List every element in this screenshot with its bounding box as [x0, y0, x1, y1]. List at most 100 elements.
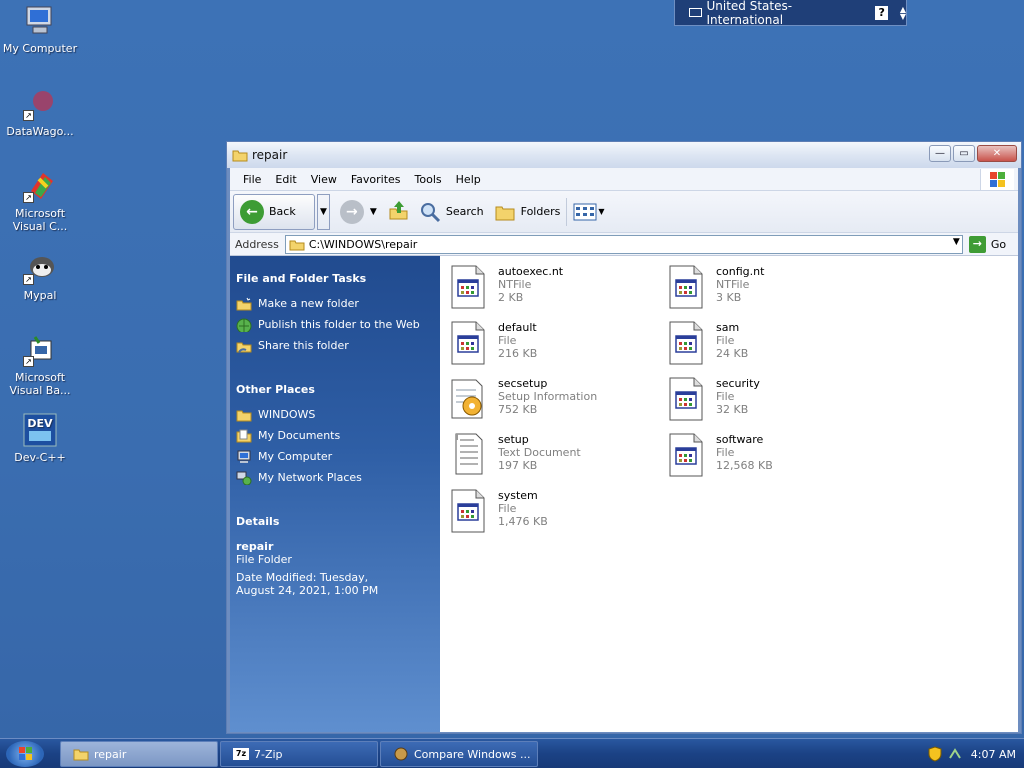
search-button[interactable]: Search	[419, 201, 484, 223]
file-size: 32 KB	[716, 403, 749, 416]
file-name: system	[498, 489, 538, 502]
close-button[interactable]: ✕	[977, 145, 1017, 162]
desktop-icon-dev-cpp[interactable]: DEV Dev-C++	[0, 413, 80, 464]
toolbar-separator	[566, 197, 568, 226]
menu-file[interactable]: File	[236, 173, 268, 186]
file-info: system File 1,476 KB	[498, 486, 548, 528]
desktop-icon-label: Dev-C++	[14, 451, 66, 464]
desktop-icon-mypal[interactable]: ↗ Mypal	[0, 251, 80, 302]
back-history-dropdown[interactable]: ▼	[317, 193, 330, 230]
forward-history-dropdown[interactable]: ▼	[370, 207, 377, 217]
file-size: 2 KB	[498, 291, 524, 304]
menu-view[interactable]: View	[304, 173, 344, 186]
taskbar-item-label: Compare Windows ...	[414, 747, 531, 761]
place-my-computer[interactable]: My Computer	[236, 450, 434, 464]
file-size: 752 KB	[498, 403, 538, 416]
security-shield-icon[interactable]	[927, 746, 943, 762]
taskbar-item-compare-windows[interactable]: Compare Windows ...	[380, 741, 538, 767]
file-item-security[interactable]: security File 32 KB	[666, 374, 876, 426]
file-type: Text Document	[498, 446, 581, 459]
file-item-setup[interactable]: setup Text Document 197 KB	[448, 430, 658, 482]
file-item-config-nt[interactable]: config.nt NTFile 3 KB	[666, 262, 876, 314]
go-arrow-icon: →	[968, 235, 986, 253]
file-item-sam[interactable]: sam File 24 KB	[666, 318, 876, 370]
details-heading[interactable]: Details	[236, 515, 434, 528]
desktop-icon-visual-c[interactable]: ↗ Microsoft Visual C...	[0, 169, 80, 233]
task-label: Share this folder	[258, 339, 349, 352]
file-list: autoexec.nt NTFile 2 KB config.nt NTFile 3 KB…	[440, 256, 1020, 732]
file-size: 197 KB	[498, 459, 538, 472]
langbar-options-icon[interactable]: ▲ ▼	[900, 5, 906, 20]
file-item-autoexec-nt[interactable]: autoexec.nt NTFile 2 KB	[448, 262, 658, 314]
file-name: secsetup	[498, 377, 548, 390]
folder-icon	[289, 240, 305, 250]
system-tray: 4:07 AM	[927, 739, 1016, 768]
task-publish-web[interactable]: Publish this folder to the Web	[236, 318, 434, 332]
language-label[interactable]: United States-International	[706, 0, 861, 27]
desktop-icon-visual-basic[interactable]: ↗ Microsoft Visual Ba...	[0, 333, 80, 397]
compare-windows-icon	[394, 747, 408, 761]
go-button[interactable]: → Go	[968, 235, 1007, 253]
menu-edit[interactable]: Edit	[268, 173, 303, 186]
mypal-icon: ↗	[23, 251, 57, 285]
toolbar: ← Back ▼ → ▼ Search Folders ▼	[230, 191, 1018, 233]
file-size: 12,568 KB	[716, 459, 773, 472]
task-pane: File and Folder Tasks Make a new folder …	[230, 256, 440, 732]
folder-icon	[236, 410, 252, 422]
folders-icon	[495, 206, 515, 220]
place-my-documents[interactable]: My Documents	[236, 429, 434, 443]
place-label: My Network Places	[258, 471, 362, 484]
system-file-icon	[666, 262, 706, 310]
file-tasks-heading[interactable]: File and Folder Tasks	[236, 272, 434, 285]
address-bar: Address C:\WINDOWS\repair ▼ → Go	[230, 233, 1018, 256]
shortcut-arrow-icon: ↗	[23, 274, 34, 285]
desktop-icon-label: Mypal	[23, 289, 57, 302]
desktop-icon-my-computer[interactable]: My Computer	[0, 4, 80, 55]
details-modified: Date Modified: Tuesday, August 24, 2021,…	[236, 571, 379, 597]
place-my-network-places[interactable]: My Network Places	[236, 471, 434, 485]
folder-icon	[73, 749, 89, 761]
address-dropdown-icon[interactable]: ▼	[953, 237, 960, 247]
task-share-folder[interactable]: Share this folder	[236, 339, 434, 353]
file-info: sam File 24 KB	[716, 318, 748, 360]
file-item-system[interactable]: system File 1,476 KB	[448, 486, 658, 538]
start-button[interactable]	[6, 741, 44, 767]
title-bar[interactable]: repair — ▭ ✕	[227, 142, 1021, 168]
menu-tools[interactable]: Tools	[408, 173, 449, 186]
file-info: software File 12,568 KB	[716, 430, 773, 472]
place-windows[interactable]: WINDOWS	[236, 408, 434, 422]
file-item-secsetup[interactable]: secsetup Setup Information 752 KB	[448, 374, 658, 426]
back-button[interactable]: ← Back	[233, 193, 315, 230]
file-item-default[interactable]: default File 216 KB	[448, 318, 658, 370]
desktop-icon-datawagon[interactable]: ↗ DataWago...	[0, 87, 80, 138]
other-places-heading[interactable]: Other Places	[236, 383, 434, 396]
file-size: 216 KB	[498, 347, 538, 360]
maximize-button[interactable]: ▭	[953, 145, 975, 162]
visual-c-icon: ↗	[23, 169, 57, 203]
menu-favorites[interactable]: Favorites	[344, 173, 408, 186]
file-info: autoexec.nt NTFile 2 KB	[498, 262, 563, 304]
address-input[interactable]: C:\WINDOWS\repair ▼	[284, 234, 963, 254]
folder-icon	[232, 150, 248, 162]
help-icon[interactable]: ?	[875, 5, 888, 20]
menu-bar: File Edit View Favorites Tools Help	[230, 168, 1018, 191]
task-make-new-folder[interactable]: Make a new folder	[236, 297, 434, 311]
explorer-window: repair — ▭ ✕ File Edit View Favorites To…	[226, 141, 1022, 734]
go-label: Go	[990, 237, 1007, 251]
network-icon[interactable]	[947, 746, 963, 762]
views-button[interactable]: ▼	[573, 203, 605, 221]
up-folder-icon[interactable]	[387, 199, 409, 224]
menu-help[interactable]: Help	[449, 173, 488, 186]
taskbar-item-7zip[interactable]: 7z 7-Zip	[220, 741, 378, 767]
clock[interactable]: 4:07 AM	[971, 748, 1016, 761]
folders-button[interactable]: Folders	[494, 201, 560, 223]
language-bar[interactable]: United States-International ? ▲ ▼	[674, 0, 907, 27]
views-icon	[573, 203, 597, 220]
keyboard-icon	[689, 8, 703, 17]
network-places-icon	[236, 471, 252, 485]
forward-button[interactable]: →	[339, 199, 364, 224]
datawagon-icon: ↗	[23, 87, 57, 121]
file-item-software[interactable]: software File 12,568 KB	[666, 430, 876, 482]
taskbar-item-repair[interactable]: repair	[60, 741, 218, 767]
minimize-button[interactable]: —	[929, 145, 951, 162]
